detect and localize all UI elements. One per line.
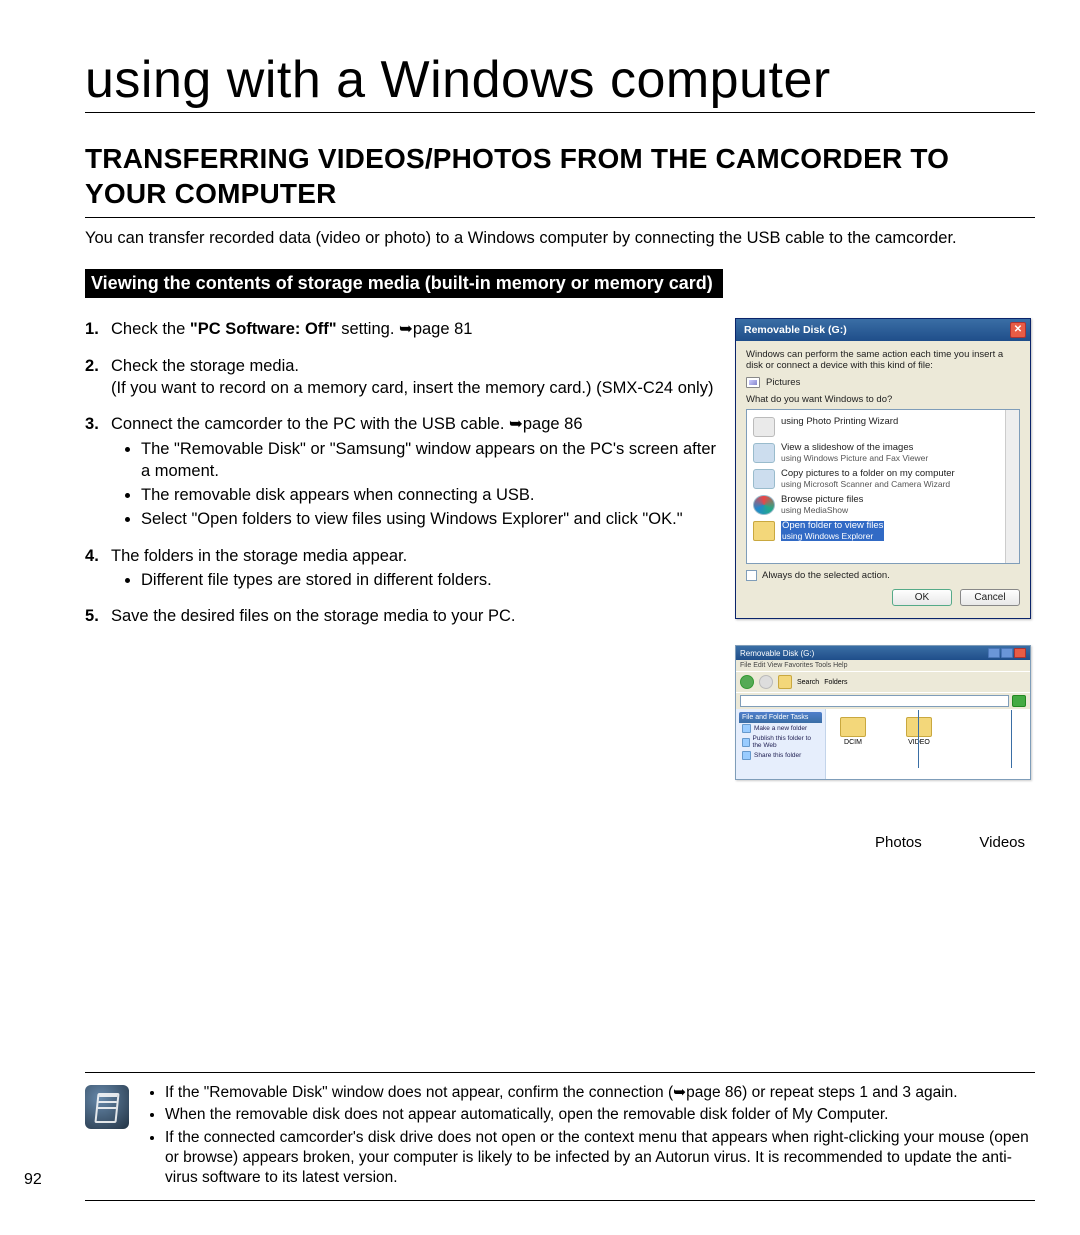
callout-line	[1011, 710, 1012, 768]
close-icon[interactable]	[1014, 648, 1026, 658]
cancel-button[interactable]: Cancel	[960, 589, 1020, 606]
mediashow-icon	[753, 495, 775, 515]
folder-dcim[interactable]: DCIM	[840, 717, 866, 746]
sidebar-link-share[interactable]: Share this folder	[739, 750, 822, 761]
explorer-toolbar[interactable]: Search Folders	[736, 671, 1030, 692]
file-type-label: Pictures	[766, 377, 800, 388]
sidebar-link-publish[interactable]: Publish this folder to the Web	[739, 734, 822, 750]
up-icon[interactable]	[778, 675, 792, 689]
dialog-title: Removable Disk (G:)	[744, 324, 847, 336]
ok-button[interactable]: OK	[892, 589, 952, 606]
explorer-content: DCIM VIDEO	[826, 709, 1030, 779]
step-2: Check the storage media. (If you want to…	[85, 355, 717, 400]
section-heading: TRANSFERRING VIDEOS/PHOTOS FROM THE CAMC…	[85, 141, 1035, 218]
callout-line	[918, 710, 919, 768]
maximize-icon[interactable]	[1001, 648, 1013, 658]
note-1: If the "Removable Disk" window does not …	[165, 1083, 1035, 1103]
close-icon[interactable]: ✕	[1010, 322, 1026, 338]
note-3: If the connected camcorder's disk drive …	[165, 1128, 1035, 1188]
callout-videos: Videos	[979, 834, 1025, 851]
action-listbox[interactable]: using Photo Printing Wizard View a slide…	[746, 409, 1020, 564]
dialog-description: Windows can perform the same action each…	[746, 349, 1020, 371]
printer-icon	[753, 417, 775, 437]
step-3-bullet-3: Select "Open folders to view files using…	[141, 508, 717, 530]
option-copy-pictures[interactable]: Copy pictures to a folder on my computer…	[751, 466, 1015, 492]
step-1: Check the "PC Software: Off" setting. ➥p…	[85, 318, 717, 340]
folder-icon	[906, 717, 932, 737]
go-icon[interactable]	[1012, 695, 1026, 707]
step-3: Connect the camcorder to the PC with the…	[85, 413, 717, 530]
step-3-bullet-1: The "Removable Disk" or "Samsung" window…	[141, 438, 717, 483]
option-open-folder[interactable]: Open folder to view filesusing Windows E…	[751, 518, 1015, 544]
intro-text: You can transfer recorded data (video or…	[85, 228, 1035, 249]
option-slideshow[interactable]: View a slideshow of the imagesusing Wind…	[751, 440, 1015, 466]
autoplay-dialog: Removable Disk (G:) ✕ Windows can perfor…	[735, 318, 1031, 619]
folder-video[interactable]: VIDEO	[906, 717, 932, 746]
dialog-prompt: What do you want Windows to do?	[746, 394, 1020, 405]
address-bar[interactable]	[736, 692, 1030, 709]
step-5: Save the desired files on the storage me…	[85, 605, 717, 627]
explorer-menu[interactable]: File Edit View Favorites Tools Help	[736, 660, 1030, 671]
folder-icon	[840, 717, 866, 737]
scrollbar[interactable]	[1005, 410, 1019, 563]
sidebar-tasks-header: File and Folder Tasks	[739, 712, 822, 723]
page-title: using with a Windows computer	[85, 50, 1035, 113]
note-2: When the removable disk does not appear …	[165, 1105, 1035, 1125]
step-4: The folders in the storage media appear.…	[85, 545, 717, 592]
search-label[interactable]: Search	[797, 679, 819, 686]
explorer-sidebar: File and Folder Tasks Make a new folder …	[736, 709, 826, 779]
steps-list: Check the "PC Software: Off" setting. ➥p…	[85, 318, 717, 627]
scanner-icon	[753, 469, 775, 489]
pictures-icon	[746, 377, 760, 388]
option-photo-printing[interactable]: using Photo Printing Wizard	[751, 414, 1015, 440]
subsection-bar: Viewing the contents of storage media (b…	[85, 269, 723, 298]
step-3-bullet-2: The removable disk appears when connecti…	[141, 484, 717, 506]
page-number: 92	[24, 1171, 42, 1189]
sidebar-link-new-folder[interactable]: Make a new folder	[739, 723, 822, 734]
image-icon	[753, 443, 775, 463]
explorer-window: Removable Disk (G:) File Edit View Favor…	[735, 645, 1031, 780]
callout-photos: Photos	[875, 834, 922, 851]
note-icon	[85, 1085, 129, 1129]
step-4-bullet-1: Different file types are stored in diffe…	[141, 569, 717, 591]
always-label: Always do the selected action.	[762, 570, 890, 581]
always-checkbox[interactable]	[746, 570, 757, 581]
folders-label[interactable]: Folders	[824, 679, 847, 686]
note-block: If the "Removable Disk" window does not …	[85, 1072, 1035, 1201]
folder-icon	[753, 521, 775, 541]
minimize-icon[interactable]	[988, 648, 1000, 658]
forward-icon[interactable]	[759, 675, 773, 689]
option-browse-pictures[interactable]: Browse picture filesusing MediaShow	[751, 492, 1015, 518]
back-icon[interactable]	[740, 675, 754, 689]
explorer-title: Removable Disk (G:)	[740, 649, 814, 658]
